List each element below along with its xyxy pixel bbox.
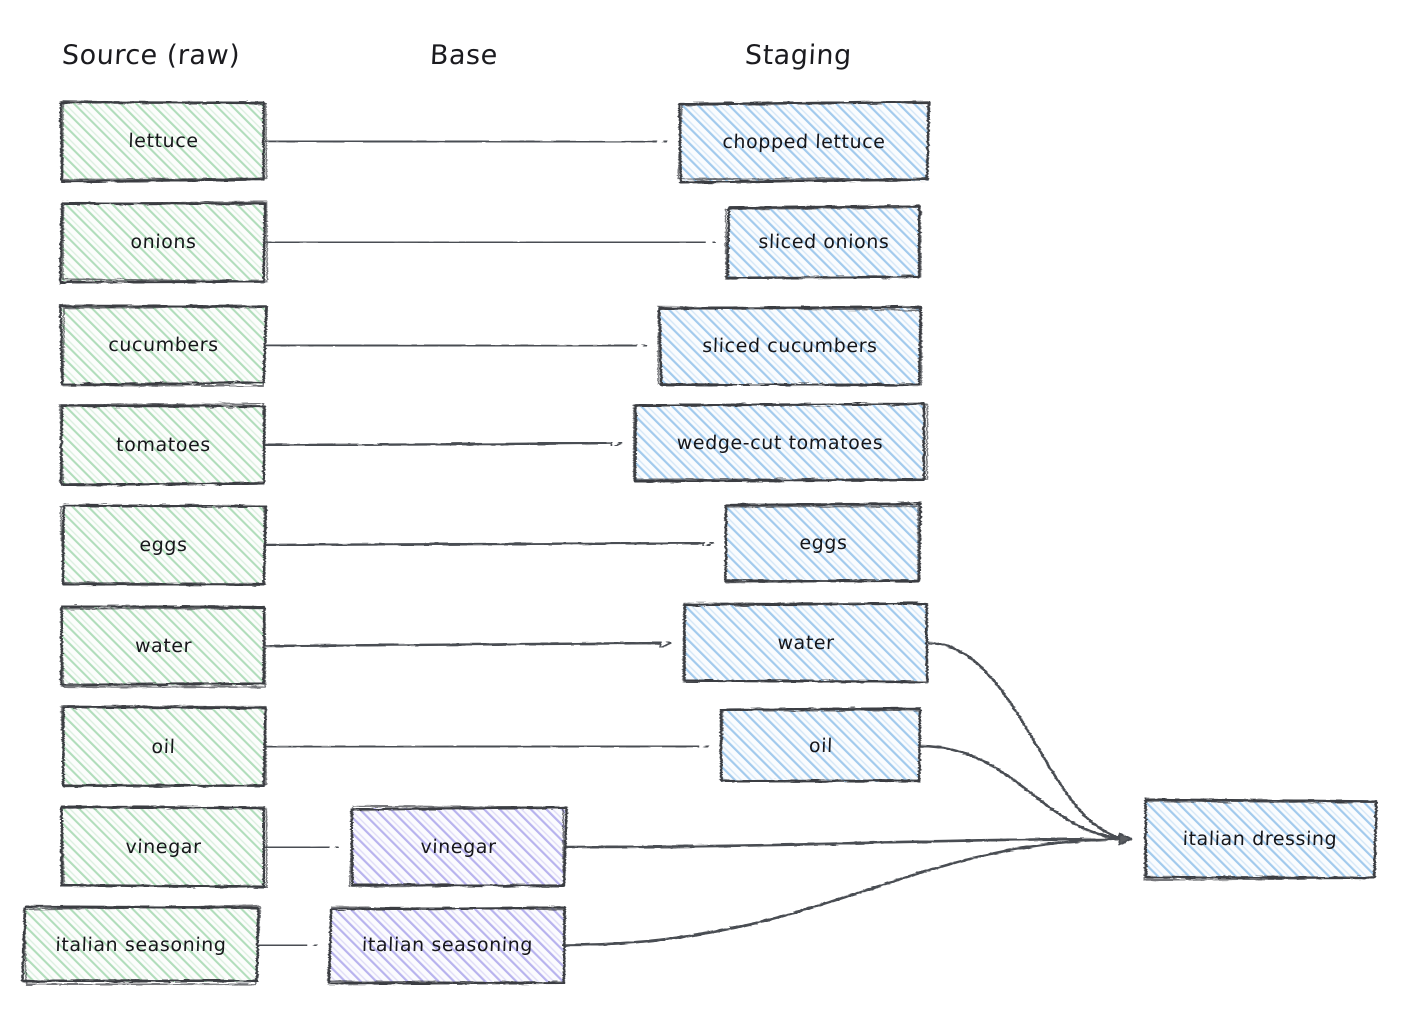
node-src-oil[interactable]: [60, 705, 267, 788]
edge-base-vinegar-to-stg-dressing: [563, 832, 1133, 849]
node-src-onions[interactable]: [59, 200, 268, 284]
edge-base-seasoning-to-stg-dressing: [563, 832, 1133, 947]
column-header-source: Source (raw): [61, 40, 241, 71]
node-stg-water[interactable]: [682, 602, 929, 684]
edge-src-eggs-to-stg-eggs: [263, 537, 715, 549]
node-hatch: [635, 405, 925, 481]
node-stg-tomatoes[interactable]: [632, 402, 928, 483]
node-src-seasoning[interactable]: [21, 904, 261, 986]
edge-src-tomatoes-to-stg-tomatoes: [263, 437, 623, 449]
node-base-vinegar[interactable]: [348, 805, 568, 888]
node-hatch: [62, 203, 265, 281]
node-hatch: [62, 607, 265, 685]
node-src-lettuce[interactable]: [59, 100, 268, 183]
node-stg-cucumbers[interactable]: [657, 305, 923, 387]
column-header-base: Base: [429, 40, 499, 71]
node-stg-oil[interactable]: [719, 707, 922, 783]
node-hatch: [660, 308, 920, 384]
column-header-staging: Staging: [744, 40, 853, 71]
edge-stg-oil-to-stg-dressing: [918, 744, 1133, 846]
node-src-water[interactable]: [60, 604, 267, 688]
node-src-vinegar[interactable]: [60, 805, 268, 888]
node-stg-onions[interactable]: [725, 204, 922, 280]
node-hatch: [722, 710, 920, 782]
node-hatch: [680, 103, 928, 181]
node-hatch: [62, 506, 265, 584]
lineage-diagram: [21, 100, 1378, 986]
node-hatch: [62, 406, 265, 484]
node-base-seasoning[interactable]: [327, 906, 566, 985]
edge-src-cucumbers-to-stg-cucumbers: [263, 340, 648, 352]
node-src-eggs[interactable]: [59, 504, 268, 586]
node-hatch: [24, 908, 258, 982]
node-stg-dressing[interactable]: [1143, 798, 1378, 881]
node-hatch: [352, 808, 565, 886]
node-stg-lettuce[interactable]: [677, 100, 931, 184]
edge-src-water-to-stg-water: [263, 637, 672, 649]
node-hatch: [62, 306, 265, 384]
edge-stg-water-to-stg-dressing: [926, 641, 1133, 846]
node-hatch: [62, 102, 265, 180]
node-hatch: [62, 708, 265, 786]
node-hatch: [684, 605, 928, 681]
node-src-tomatoes[interactable]: [59, 402, 266, 486]
node-hatch: [727, 505, 920, 581]
node-hatch: [1145, 800, 1375, 878]
edge-src-lettuce-to-stg-lettuce: [263, 136, 668, 148]
diagram-canvas: Source (raw) Base Staging lettuce onions cuc…: [0, 0, 1416, 1020]
edge-src-oil-to-stg-oil: [263, 740, 710, 752]
node-hatch: [728, 207, 920, 277]
node-hatch: [62, 808, 265, 886]
node-hatch: [330, 908, 565, 982]
node-src-cucumbers[interactable]: [59, 304, 269, 387]
node-stg-eggs[interactable]: [724, 502, 922, 584]
